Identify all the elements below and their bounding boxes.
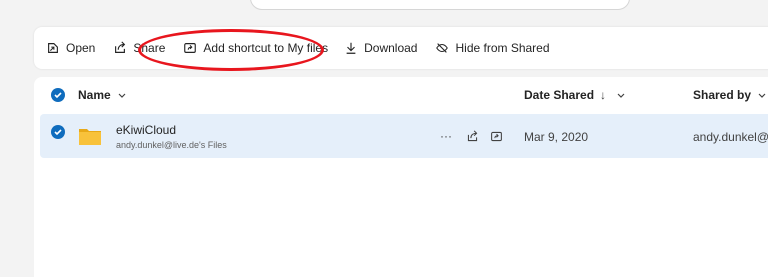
search-box[interactable] (250, 0, 630, 10)
checkmark-icon (54, 92, 62, 99)
chevron-down-icon (118, 93, 126, 98)
open-label: Open (66, 41, 96, 55)
column-date-label: Date Shared (524, 88, 595, 102)
command-bar: Open Share Add shortcut to My files Down… (34, 27, 768, 69)
chevron-down-icon (617, 93, 625, 98)
eye-off-icon (436, 43, 449, 53)
select-all-checkbox[interactable] (51, 88, 65, 102)
share-button[interactable]: Share (107, 33, 171, 63)
hide-from-shared-button[interactable]: Hide from Shared (429, 33, 555, 63)
add-shortcut-icon (490, 131, 502, 141)
column-name-label: Name (78, 88, 111, 102)
add-shortcut-label: Add shortcut to My files (203, 41, 329, 55)
row-checkbox[interactable] (51, 125, 65, 139)
download-icon (346, 42, 356, 54)
folder-icon (79, 129, 101, 145)
checkmark-icon (54, 129, 62, 136)
column-header-name[interactable]: Name (78, 88, 127, 102)
file-list: Name Date Shared ↓ Shared by eKiwiCloud … (34, 77, 768, 277)
row-share-button[interactable] (464, 128, 480, 144)
column-shared-by-label: Shared by (693, 88, 752, 102)
column-header-shared-by[interactable]: Shared by (693, 88, 767, 102)
sort-descending-icon: ↓ (600, 88, 607, 102)
share-label: Share (133, 41, 166, 55)
row-add-shortcut-button[interactable] (488, 128, 504, 144)
column-header-date-shared[interactable]: Date Shared ↓ (524, 88, 626, 102)
shared-by-cell: andy.dunkel@live.de (693, 130, 768, 144)
date-shared-cell: Mar 9, 2020 (524, 130, 589, 144)
download-label: Download (364, 41, 418, 55)
table-row[interactable]: eKiwiCloud andy.dunkel@live.de's Files ·… (40, 114, 768, 158)
file-owner-path: andy.dunkel@live.de's Files (116, 140, 227, 150)
more-actions-button[interactable]: ··· (438, 128, 454, 144)
add-shortcut-icon (184, 43, 197, 53)
file-name[interactable]: eKiwiCloud (116, 123, 176, 137)
add-shortcut-button[interactable]: Add shortcut to My files (177, 33, 334, 63)
share-icon (115, 41, 126, 53)
share-icon (467, 129, 477, 141)
list-header: Name Date Shared ↓ Shared by (34, 77, 768, 113)
chevron-down-icon (758, 93, 766, 98)
open-button[interactable]: Open (40, 33, 101, 63)
open-icon (48, 43, 58, 53)
download-button[interactable]: Download (338, 33, 423, 63)
more-icon: ··· (440, 129, 452, 143)
hide-from-shared-label: Hide from Shared (455, 41, 550, 55)
